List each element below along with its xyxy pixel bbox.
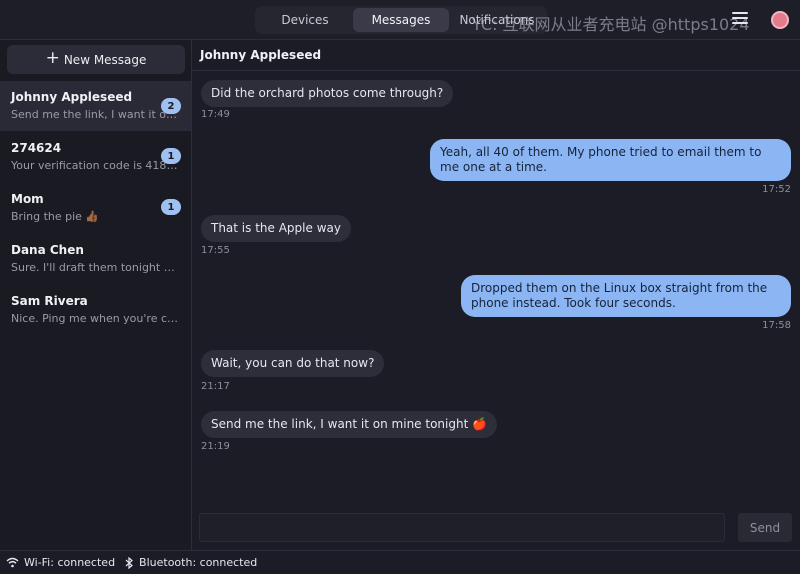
unread-badge: 1: [161, 199, 181, 215]
tab-notifications[interactable]: Notifications: [449, 8, 545, 32]
conversation-item[interactable]: Mom Bring the pie 👍🏾 1: [0, 183, 191, 233]
conversation-sidebar: + New Message Johnny Appleseed Send me t…: [0, 40, 192, 550]
message-timestamp: 21:17: [201, 381, 230, 392]
message-thread: Johnny Appleseed Did the orchard photos …: [192, 40, 800, 550]
thread-title: Johnny Appleseed: [192, 40, 800, 71]
top-bar: Devices Messages Notifications YC: 互联网从业…: [0, 0, 800, 40]
bluetooth-status-label: Bluetooth: connected: [139, 556, 258, 569]
message-bubble-incoming: Send me the link, I want it on mine toni…: [201, 411, 498, 438]
message-bubble-incoming: That is the Apple way: [201, 215, 351, 242]
message-bubble-outgoing: Yeah, all 40 of them. My phone tried to …: [430, 139, 791, 181]
bluetooth-status: Bluetooth: connected: [125, 556, 257, 569]
tab-messages[interactable]: Messages: [353, 8, 449, 32]
unread-badge: 1: [161, 148, 181, 164]
avatar[interactable]: [771, 11, 789, 29]
new-message-label: New Message: [63, 52, 147, 67]
message-timestamp: 17:49: [201, 109, 230, 120]
conversation-item[interactable]: 274624 Your verification code is 418203 …: [0, 132, 191, 182]
new-message-button[interactable]: + New Message: [7, 45, 185, 74]
message-bubble-incoming: Wait, you can do that now?: [201, 350, 385, 377]
wifi-status: Wi-Fi: connected: [6, 556, 115, 569]
conversation-item[interactable]: Johnny Appleseed Send me the link, I wan…: [0, 81, 191, 131]
send-button[interactable]: Send: [738, 513, 792, 542]
message-timestamp: 17:58: [762, 320, 791, 331]
wifi-icon: [6, 557, 19, 568]
tab-switcher: Devices Messages Notifications: [255, 6, 547, 34]
conversation-preview: Bring the pie 👍🏾: [11, 210, 100, 223]
conversation-item[interactable]: Dana Chen Sure. I'll draft them tonight …: [0, 234, 191, 284]
conversation-preview: Send me the link, I want it on mine toni…: [11, 108, 181, 121]
conversation-preview: Nice. Ping me when you're close: [11, 312, 181, 325]
conversation-name: Sam Rivera: [11, 294, 88, 308]
wifi-status-label: Wi-Fi: connected: [24, 556, 116, 569]
status-bar: Wi-Fi: connected Bluetooth: connected: [0, 550, 800, 574]
tab-devices[interactable]: Devices: [257, 8, 353, 32]
plus-icon: +: [45, 48, 60, 68]
conversation-item[interactable]: Sam Rivera Nice. Ping me when you're clo…: [0, 285, 191, 335]
message-timestamp: 21:19: [201, 441, 230, 452]
message-input[interactable]: [199, 513, 725, 542]
conversation-preview: Sure. I'll draft them tonight and send t…: [11, 261, 181, 274]
message-bubble-incoming: Did the orchard photos come through?: [201, 80, 454, 107]
unread-badge: 2: [161, 98, 181, 114]
bluetooth-icon: [125, 556, 133, 569]
message-timestamp: 17:52: [762, 184, 791, 195]
message-timestamp: 17:55: [201, 245, 230, 256]
conversation-preview: Your verification code is 418203: [11, 159, 181, 172]
message-bubble-outgoing: Dropped them on the Linux box straight f…: [461, 275, 791, 317]
menu-icon[interactable]: [732, 12, 748, 28]
conversation-name: Dana Chen: [11, 243, 84, 257]
